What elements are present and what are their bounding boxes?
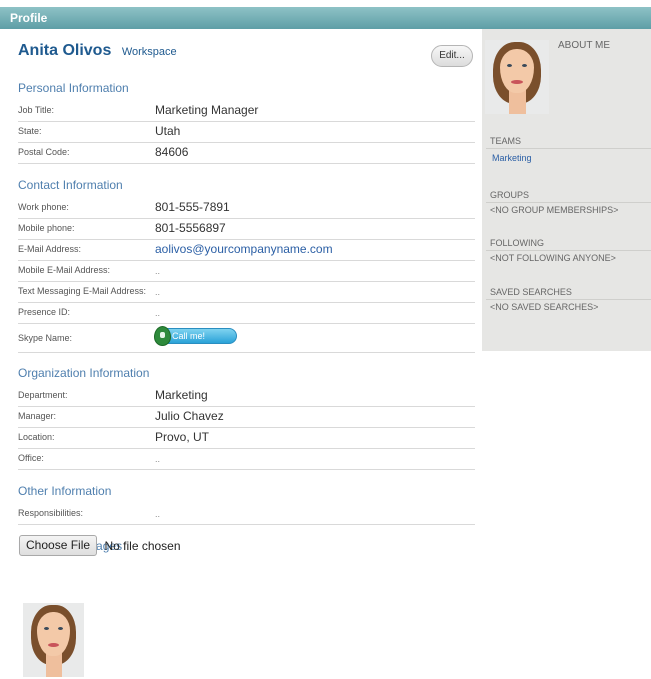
skype-call-button[interactable]: Call me! — [154, 326, 237, 346]
team-link-marketing[interactable]: Marketing — [492, 153, 532, 163]
field-row-department: Department: Marketing — [18, 386, 475, 407]
field-label: Work phone: — [18, 202, 69, 212]
skype-phone-icon — [154, 326, 171, 346]
field-label: Responsibilities: — [18, 508, 84, 518]
field-label: Postal Code: — [18, 147, 70, 157]
field-label: Text Messaging E-Mail Address: — [18, 286, 147, 296]
profile-header-bar: Profile — [0, 7, 651, 29]
section-title-organization: Organization Information — [18, 366, 150, 380]
profile-sidebar: ABOUT ME TEAMS Marketing GROUPS <NO GROU… — [482, 29, 651, 351]
field-value: .. — [155, 454, 161, 464]
field-value: Marketing — [155, 388, 208, 402]
teams-divider — [486, 148, 651, 149]
profile-name-row: Anita Olivos Workspace — [18, 42, 177, 60]
field-row-office: Office: .. — [18, 449, 475, 470]
field-row-presence-id: Presence ID: .. — [18, 303, 475, 324]
field-row-location: Location: Provo, UT — [18, 428, 475, 449]
field-value: .. — [155, 266, 161, 276]
field-row-postal-code: Postal Code: 84606 — [18, 143, 475, 164]
teams-heading: TEAMS — [490, 136, 522, 146]
field-label: Department: — [18, 390, 68, 400]
field-row-email: E-Mail Address: aolivos@yourcompanyname.… — [18, 240, 475, 261]
field-row-text-messaging-email: Text Messaging E-Mail Address: .. — [18, 282, 475, 303]
file-upload-row: Choose File No file chosen — [19, 535, 181, 556]
saved-searches-heading: SAVED SEARCHES — [490, 287, 572, 297]
field-row-state: State: Utah — [18, 122, 475, 143]
field-label: Mobile phone: — [18, 223, 75, 233]
groups-heading: GROUPS — [490, 190, 530, 200]
profile-photo-thumbnail[interactable] — [23, 603, 84, 677]
profile-photo — [485, 40, 549, 114]
field-row-responsibilities: Responsibilities: .. — [18, 504, 475, 525]
field-row-mobile-email: Mobile E-Mail Address: .. — [18, 261, 475, 282]
following-heading: FOLLOWING — [490, 238, 545, 248]
field-value: 801-5556897 — [155, 221, 226, 235]
edit-button[interactable]: Edit... — [431, 45, 473, 67]
choose-file-button[interactable]: Choose File — [19, 535, 98, 556]
field-row-skype: Skype Name: Call me! — [18, 324, 475, 353]
field-row-job-title: Job Title: Marketing Manager — [18, 101, 475, 122]
field-value: Marketing Manager — [155, 103, 259, 117]
section-title-contact: Contact Information — [18, 178, 123, 192]
field-label: Location: — [18, 432, 55, 442]
field-label: Manager: — [18, 411, 57, 421]
following-divider — [486, 250, 651, 251]
field-label: Mobile E-Mail Address: — [18, 265, 111, 275]
groups-divider — [486, 202, 651, 203]
about-me-label: ABOUT ME — [558, 40, 611, 51]
field-row-mobile-phone: Mobile phone: 801-5556897 — [18, 219, 475, 240]
field-value: Julio Chavez — [155, 409, 224, 423]
field-value: .. — [155, 308, 161, 318]
saved-searches-empty-text: <NO SAVED SEARCHES> — [490, 302, 599, 312]
email-link[interactable]: aolivos@yourcompanyname.com — [155, 242, 333, 256]
field-label: E-Mail Address: — [18, 244, 82, 254]
field-label: Office: — [18, 453, 44, 463]
field-label: Job Title: — [18, 105, 55, 115]
no-file-chosen-text: No file chosen — [104, 538, 181, 553]
user-name: Anita Olivos — [18, 42, 112, 59]
field-label: State: — [18, 126, 42, 136]
saved-searches-divider — [486, 299, 651, 300]
field-value: .. — [155, 509, 161, 519]
header-title: Profile — [10, 11, 48, 25]
field-row-work-phone: Work phone: 801-555-7891 — [18, 198, 475, 219]
field-label: Presence ID: — [18, 307, 71, 317]
field-value: Utah — [155, 124, 181, 138]
field-value: 84606 — [155, 145, 189, 159]
skype-call-label: Call me! — [172, 331, 206, 341]
field-row-manager: Manager: Julio Chavez — [18, 407, 475, 428]
section-title-other: Other Information — [18, 484, 112, 498]
section-title-personal: Personal Information — [18, 81, 129, 95]
field-label: Skype Name: — [18, 333, 73, 343]
workspace-link[interactable]: Workspace — [122, 46, 177, 58]
following-empty-text: <NOT FOLLOWING ANYONE> — [490, 253, 616, 263]
field-value: 801-555-7891 — [155, 200, 230, 214]
field-value: Provo, UT — [155, 430, 210, 444]
groups-empty-text: <NO GROUP MEMBERSHIPS> — [490, 205, 619, 215]
field-value: .. — [155, 287, 161, 297]
